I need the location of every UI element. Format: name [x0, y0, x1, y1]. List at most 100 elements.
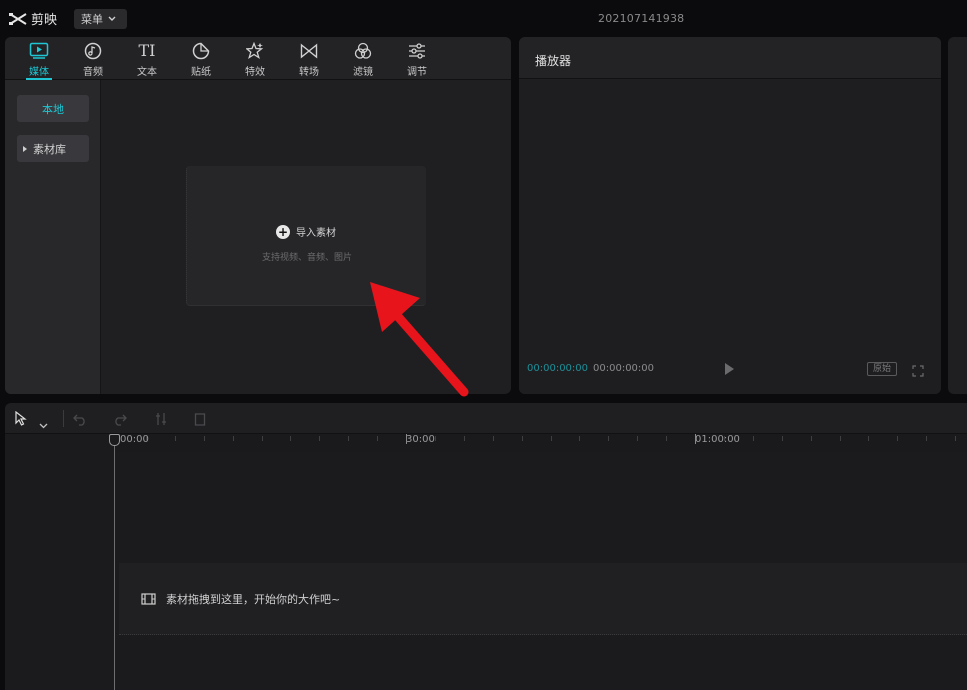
annotation-arrow-icon — [370, 282, 469, 397]
tab-sticker-label: 贴纸 — [191, 67, 211, 78]
timeline: 00:00 30:00 01:00:00 素材拖拽到这里，开始你的大作吧~ — [5, 403, 967, 690]
adjust-icon — [409, 42, 425, 59]
redo-icon[interactable] — [113, 411, 127, 430]
media-toolbar: 媒体 音频 TI 文本 贴纸 特效 转场 滤镜 调节 — [5, 37, 511, 80]
ruler-tick — [897, 436, 899, 441]
ruler-tick — [174, 436, 176, 441]
ruler-tick — [839, 436, 841, 441]
app-name: 剪映 — [31, 13, 58, 28]
sidebar-item-library-label: 素材库 — [33, 142, 66, 156]
ruler-tick — [463, 436, 465, 441]
sidebar-item-library[interactable]: 素材库 — [17, 135, 89, 162]
menu-label: 菜单 — [81, 13, 103, 26]
ruler-tick — [406, 434, 407, 444]
tab-transition[interactable]: 转场 — [282, 37, 336, 80]
app-logo: 剪映 — [8, 9, 57, 28]
tab-effects[interactable]: 特效 — [228, 37, 282, 80]
ruler-label: 01:00:00 — [695, 434, 740, 445]
ruler-tick — [695, 434, 696, 444]
ruler-tick — [521, 436, 523, 441]
sidebar-item-local[interactable]: 本地 — [17, 95, 89, 122]
playhead[interactable] — [114, 436, 115, 690]
select-cursor-icon[interactable] — [14, 410, 28, 430]
tab-adjust-label: 调节 — [407, 67, 427, 78]
ruler-tick — [579, 436, 581, 441]
ruler-tick — [290, 436, 292, 441]
time-ruler[interactable]: 00:00 30:00 01:00:00 — [113, 434, 967, 452]
player-viewport — [519, 80, 941, 394]
tab-effects-label: 特效 — [245, 67, 265, 78]
delete-icon[interactable] — [194, 411, 206, 430]
main-track[interactable]: 素材拖拽到这里，开始你的大作吧~ — [119, 563, 967, 635]
properties-panel — [948, 37, 967, 394]
player-panel: 播放器 00:00:00:00 00:00:00:00 原始 — [519, 37, 941, 394]
ruler-tick — [434, 436, 436, 441]
current-timecode: 00:00:00:00 — [527, 363, 589, 374]
ruler-tick — [926, 436, 928, 441]
ruler-label: 00:00 — [120, 434, 149, 445]
fullscreen-icon[interactable] — [912, 362, 924, 381]
main-track-hint-text: 素材拖拽到这里，开始你的大作吧~ — [166, 593, 341, 606]
timeline-toolbar — [5, 403, 967, 434]
total-timecode: 00:00:00:00 — [593, 363, 655, 374]
tab-sticker[interactable]: 贴纸 — [174, 37, 228, 80]
ruler-tick — [637, 436, 639, 441]
import-button[interactable]: + 导入素材 — [276, 224, 336, 239]
import-hint: 支持视频、音频、图片 — [261, 253, 352, 263]
tab-filter-label: 滤镜 — [353, 67, 373, 78]
undo-icon[interactable] — [73, 411, 87, 430]
tab-text[interactable]: TI 文本 — [120, 37, 174, 80]
tab-audio[interactable]: 音频 — [66, 37, 120, 80]
media-sidebar: 本地 素材库 — [5, 80, 101, 394]
playhead-handle[interactable] — [109, 434, 120, 446]
film-strip-icon — [141, 593, 156, 605]
tab-media[interactable]: 媒体 — [12, 37, 66, 80]
ruler-tick — [666, 436, 668, 441]
tab-transition-label: 转场 — [299, 67, 319, 78]
aspect-ratio-button[interactable]: 原始 — [867, 362, 897, 376]
ruler-tick — [608, 436, 610, 441]
track-headers — [5, 434, 113, 690]
ruler-tick — [810, 436, 812, 441]
ruler-tick — [492, 436, 494, 441]
ruler-tick — [955, 436, 957, 441]
audio-icon — [84, 42, 102, 59]
capcut-logo-icon — [9, 12, 27, 25]
chevron-down-icon[interactable] — [39, 414, 48, 433]
ruler-tick — [232, 436, 234, 441]
media-icon — [29, 42, 49, 59]
ruler-tick — [752, 436, 754, 441]
tab-audio-label: 音频 — [83, 67, 103, 78]
tab-filter[interactable]: 滤镜 — [336, 37, 390, 80]
toolbar-divider — [63, 410, 64, 427]
effects-icon — [246, 41, 264, 59]
ruler-tick — [781, 436, 783, 441]
chevron-down-icon — [108, 16, 116, 21]
tab-adjust[interactable]: 调节 — [390, 37, 444, 80]
player-title: 播放器 — [535, 54, 572, 68]
ruler-tick — [868, 436, 870, 441]
main-track-hint: 素材拖拽到这里，开始你的大作吧~ — [141, 591, 340, 607]
ruler-tick — [203, 436, 205, 441]
ruler-tick — [145, 436, 147, 441]
text-icon: TI — [138, 41, 156, 60]
ruler-tick — [319, 436, 321, 441]
ruler-tick — [550, 436, 552, 441]
split-icon[interactable] — [155, 411, 167, 430]
ruler-tick — [348, 436, 350, 441]
expand-triangle-icon — [23, 145, 27, 152]
tab-text-label: 文本 — [137, 67, 157, 78]
play-icon[interactable] — [725, 363, 734, 375]
sidebar-item-local-label: 本地 — [42, 102, 64, 116]
project-name: 202107141938 — [598, 12, 685, 25]
ruler-tick — [377, 436, 379, 441]
player-header: 播放器 — [519, 37, 941, 79]
menu-button[interactable]: 菜单 — [74, 9, 127, 29]
ruler-label: 30:00 — [406, 434, 435, 445]
import-label: 导入素材 — [296, 228, 336, 239]
app-window: 剪映 菜单 202107141938 媒体 音频 TI 文本 贴纸 特效 转场 … — [0, 0, 967, 690]
transition-icon — [300, 43, 318, 58]
title-bar: 剪映 菜单 202107141938 — [0, 0, 967, 36]
ruler-tick — [261, 436, 263, 441]
filter-icon — [354, 42, 372, 59]
